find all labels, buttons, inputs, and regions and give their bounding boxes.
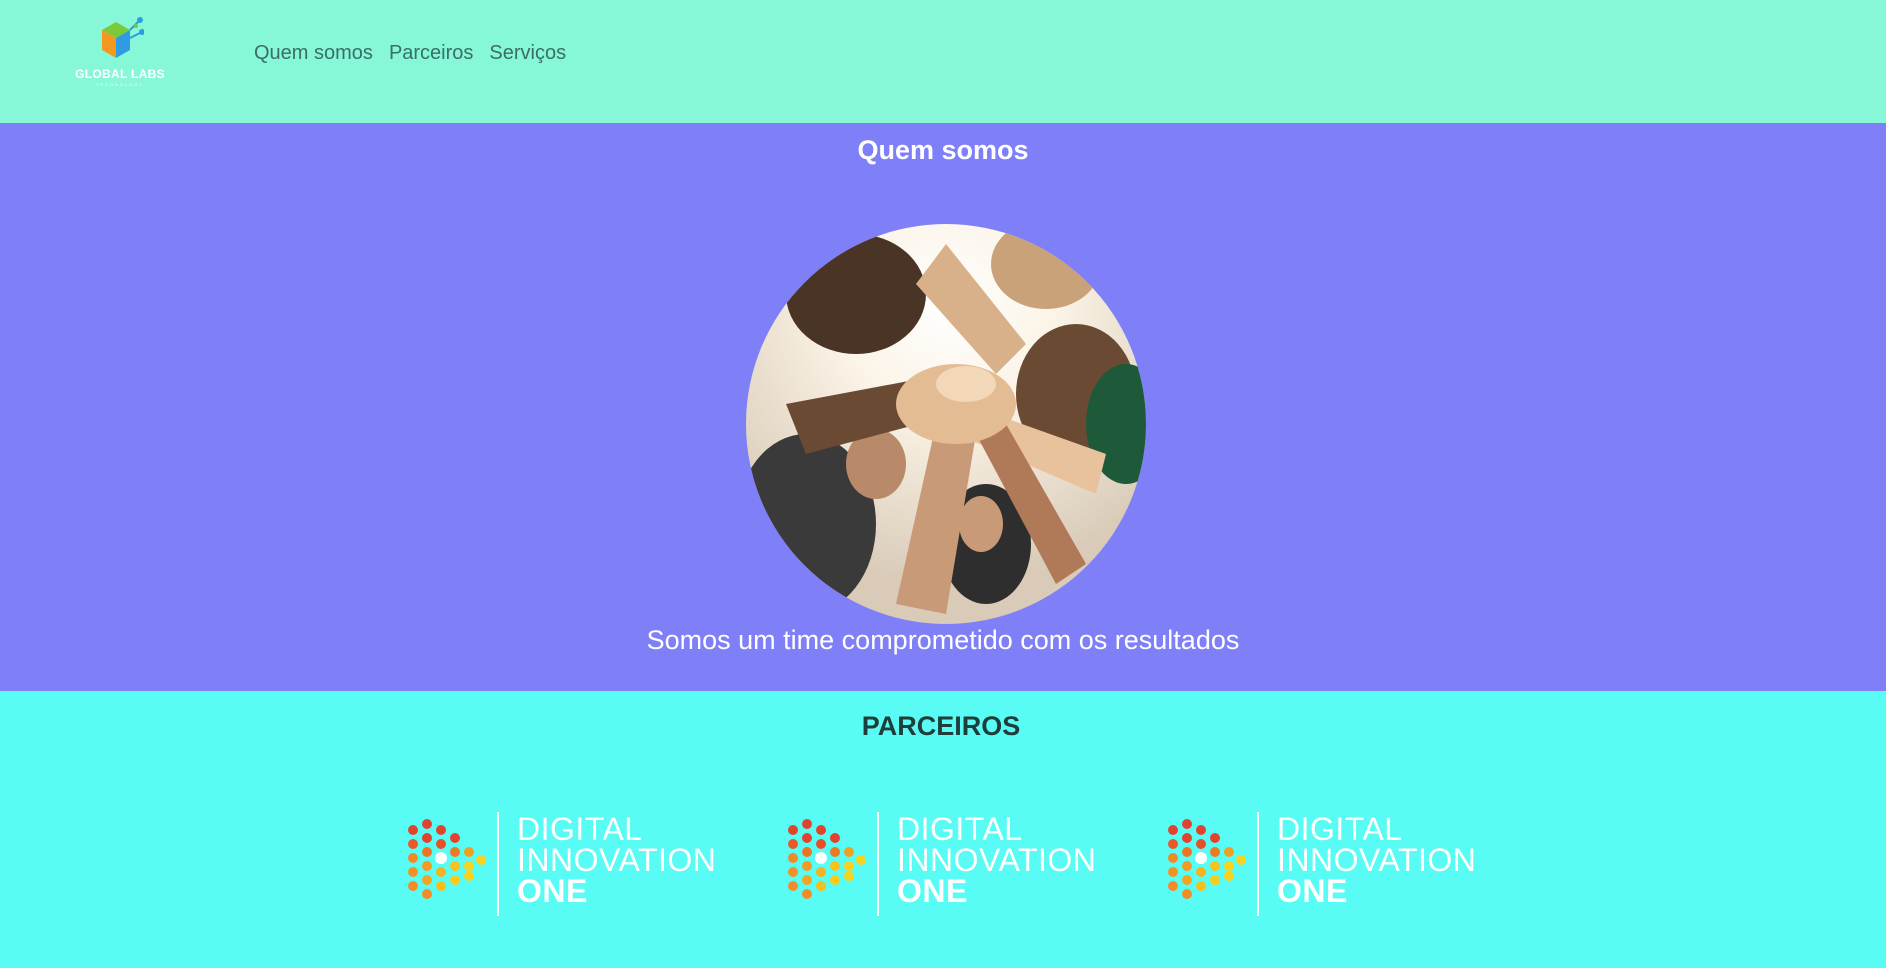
site-header: GLOBAL LABS TECHNOLOGY Quem somos Parcei… [0, 0, 1886, 123]
logo-divider [497, 812, 499, 916]
logo-divider [1257, 812, 1259, 916]
nav-link-parceiros[interactable]: Parceiros [389, 42, 473, 65]
wordmark-line-1: DIGITAL [897, 811, 1023, 847]
dio-play-dots-icon [408, 819, 486, 899]
team-photo [746, 224, 1146, 624]
about-section: Quem somos Somos um time comprometido co… [0, 123, 1886, 691]
wordmark-line-3: ONE [897, 873, 968, 909]
about-title: Quem somos [857, 135, 1029, 165]
nav-link-servicos[interactable]: Serviços [489, 42, 566, 65]
wordmark-line-2: INNOVATION [1277, 842, 1477, 878]
partner-logo-dio[interactable]: DIGITAL INNOVATION ONE [787, 812, 1107, 916]
logo-tagline: TECHNOLOGY [95, 82, 144, 87]
main-nav: Quem somos Parceiros Serviços [254, 42, 566, 65]
partner-wordmark: DIGITAL INNOVATION ONE [517, 811, 717, 909]
logo-divider [877, 812, 879, 916]
dio-play-dots-icon [1168, 819, 1246, 899]
logo-name: GLOBAL LABS [75, 67, 165, 81]
nav-link-quem-somos[interactable]: Quem somos [254, 42, 373, 65]
partners-section: PARCEIROS DIGITAL INNOVATION ONE DIGITAL… [0, 691, 1886, 968]
wordmark-line-2: INNOVATION [897, 842, 1097, 878]
partner-logo-dio[interactable]: DIGITAL INNOVATION ONE [1167, 812, 1487, 916]
wordmark-line-1: DIGITAL [517, 811, 643, 847]
wordmark-line-3: ONE [517, 873, 588, 909]
wordmark-line-2: INNOVATION [517, 842, 717, 878]
wordmark-line-1: DIGITAL [1277, 811, 1403, 847]
global-labs-logo[interactable]: GLOBAL LABS TECHNOLOGY [72, 16, 168, 88]
wordmark-line-3: ONE [1277, 873, 1348, 909]
cube-network-icon [102, 17, 144, 58]
about-text: Somos um time comprometido com os result… [646, 625, 1240, 655]
partner-wordmark: DIGITAL INNOVATION ONE [897, 811, 1097, 909]
dio-play-dots-icon [788, 819, 866, 899]
partner-wordmark: DIGITAL INNOVATION ONE [1277, 811, 1477, 909]
team-hands-together-photo [746, 224, 1146, 624]
partners-title: PARCEIROS [861, 711, 1021, 741]
partner-logo-dio[interactable]: DIGITAL INNOVATION ONE [407, 812, 727, 916]
